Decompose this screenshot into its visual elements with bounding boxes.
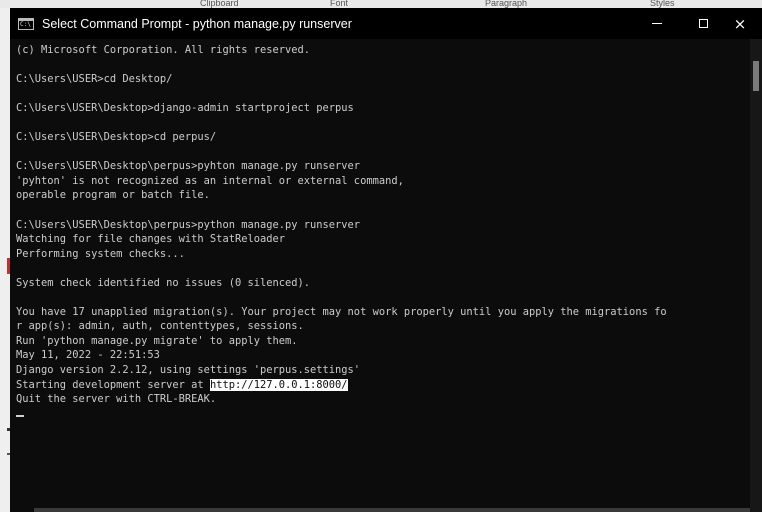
background-tab: Paragraph: [485, 0, 528, 8]
console-line: r app(s): admin, auth, contenttypes, ses…: [16, 320, 304, 333]
close-button[interactable]: ×: [718, 8, 762, 39]
console-output[interactable]: (c) Microsoft Corporation. All rights re…: [16, 43, 750, 421]
console-line: operable program or batch file.: [16, 189, 210, 202]
background-tab: Styles: [650, 0, 675, 8]
console-line: Performing system checks...: [16, 247, 185, 260]
maximize-icon: [698, 19, 708, 28]
console-line: May 11, 2022 - 22:51:53: [16, 349, 160, 362]
title-bar[interactable]: Select Command Prompt - python manage.py…: [10, 8, 762, 39]
minimize-button[interactable]: [634, 8, 680, 39]
text-cursor: [16, 414, 24, 417]
console-line-quit: Quit the server with CTRL-BREAK.: [16, 393, 217, 406]
background-tab: Clipboard: [200, 0, 239, 8]
window-title: Select Command Prompt - python manage.py…: [42, 16, 352, 31]
console-line: You have 17 unapplied migration(s). Your…: [16, 305, 667, 318]
console-line: (c) Microsoft Corporation. All rights re…: [16, 44, 311, 56]
server-prefix: Starting development server at: [16, 378, 210, 391]
console-line: C:\Users\USER\Desktop\perpus>pyhton mana…: [16, 160, 361, 173]
console-line: Django version 2.2.12, using settings 'p…: [16, 364, 361, 377]
console-line: C:\Users\USER\Desktop>cd perpus/: [16, 131, 217, 144]
background-document-edge: [0, 8, 10, 512]
console-cursor-line: [16, 407, 750, 422]
horizontal-scrollbar[interactable]: [34, 508, 750, 512]
command-prompt-window[interactable]: Select Command Prompt - python manage.py…: [10, 8, 762, 512]
scrollbar-thumb[interactable]: [753, 61, 759, 91]
background-tab: Font: [330, 0, 349, 8]
vertical-scrollbar[interactable]: [750, 39, 762, 512]
console-line: C:\Users\USER\Desktop>django-admin start…: [16, 102, 354, 115]
minimize-icon: [652, 23, 662, 24]
console-line: C:\Users\USER\Desktop\perpus>python mana…: [16, 218, 361, 231]
console-line: C:\Users\USER>cd Desktop/: [16, 73, 173, 86]
cmd-icon[interactable]: [18, 17, 34, 30]
console-line: 'pyhton' is not recognized as an interna…: [16, 174, 404, 187]
console-line: Run 'python manage.py migrate' to apply …: [16, 334, 298, 347]
console-line: Watching for file changes with StatReloa…: [16, 233, 285, 246]
server-url-selected[interactable]: http://127.0.0.1:8000/: [209, 378, 348, 391]
console-line-server: Starting development server at http://12…: [16, 378, 750, 393]
console-line: System check identified no issues (0 sil…: [16, 276, 311, 289]
close-icon: ×: [733, 14, 747, 33]
